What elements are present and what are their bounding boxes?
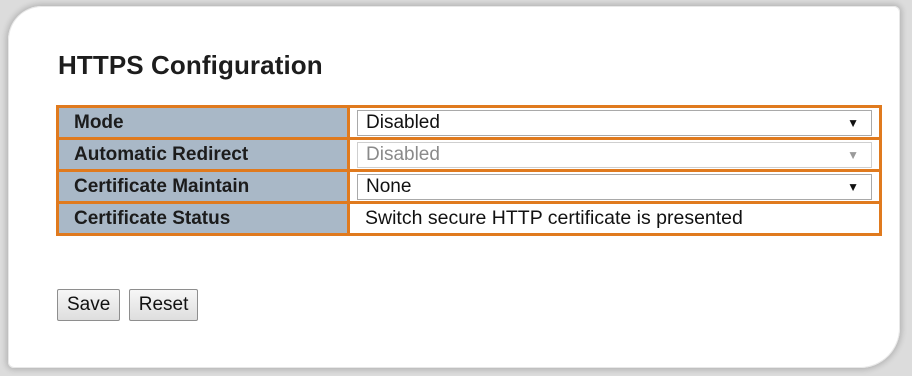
mode-select[interactable]: Disabled ▼	[357, 110, 872, 136]
mode-label: Mode	[57, 106, 350, 140]
config-row-certificate-maintain: Certificate Maintain None ▼	[57, 170, 881, 204]
mode-select-value: Disabled	[366, 112, 440, 133]
certificate-maintain-label: Certificate Maintain	[57, 170, 350, 204]
save-button[interactable]: Save	[57, 289, 121, 321]
mode-cell: Disabled ▼	[348, 106, 881, 140]
config-row-mode: Mode Disabled ▼	[57, 106, 881, 140]
page-title: HTTPS Configuration	[58, 50, 323, 80]
certificate-maintain-select[interactable]: None ▼	[357, 174, 872, 200]
https-config-table: Mode Disabled ▼ Automatic Redirect Disab…	[56, 105, 882, 236]
https-config-panel: HTTPS Configuration Mode Disabled ▼ Auto…	[8, 6, 900, 368]
chevron-down-icon: ▼	[847, 116, 859, 130]
certificate-status-label: Certificate Status	[57, 202, 350, 235]
certificate-status-cell: Switch secure HTTP certificate is presen…	[348, 202, 881, 235]
automatic-redirect-select-value: Disabled	[366, 144, 440, 165]
reset-button[interactable]: Reset	[128, 289, 199, 321]
automatic-redirect-cell: Disabled ▼	[348, 138, 881, 172]
config-row-automatic-redirect: Automatic Redirect Disabled ▼	[57, 138, 881, 172]
certificate-maintain-cell: None ▼	[348, 170, 881, 204]
chevron-down-icon: ▼	[847, 180, 859, 194]
config-row-certificate-status: Certificate Status Switch secure HTTP ce…	[57, 202, 881, 235]
chevron-down-icon: ▼	[847, 148, 859, 162]
button-bar: Save Reset	[57, 289, 202, 321]
automatic-redirect-select: Disabled ▼	[357, 142, 872, 168]
certificate-status-value: Switch secure HTTP certificate is presen…	[365, 207, 743, 229]
certificate-maintain-select-value: None	[366, 176, 412, 197]
automatic-redirect-label: Automatic Redirect	[57, 138, 350, 172]
